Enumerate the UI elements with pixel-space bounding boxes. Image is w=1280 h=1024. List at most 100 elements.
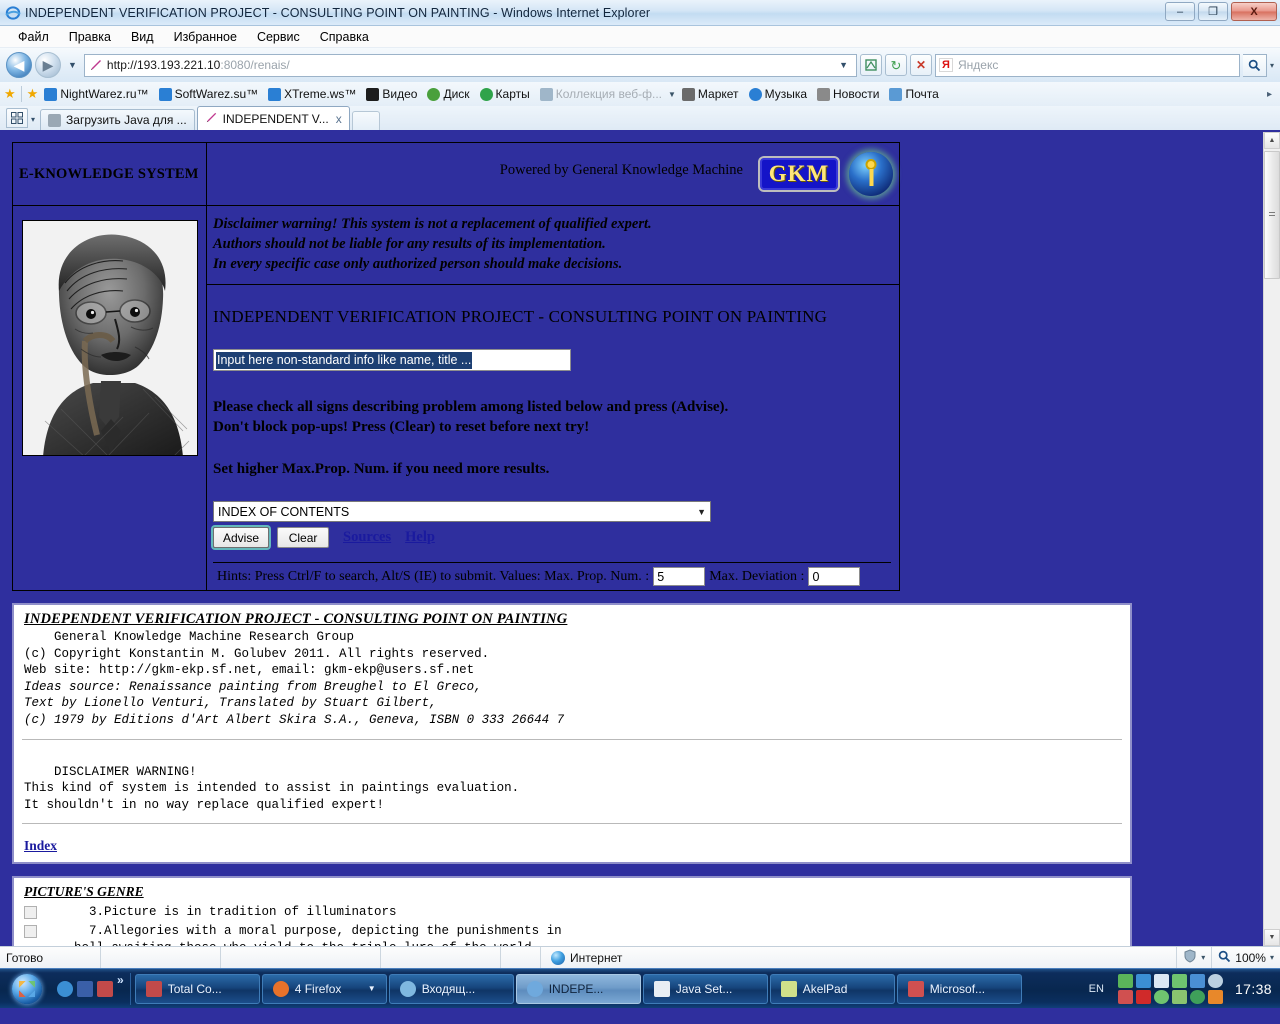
network-icon[interactable] <box>1189 973 1205 988</box>
forward-button[interactable]: ▶ <box>35 52 61 78</box>
favorite-market[interactable]: Маркет <box>678 86 743 102</box>
non-standard-info-input[interactable]: Input here non-standard info like name, … <box>213 349 571 371</box>
search-input[interactable]: Яндекс <box>958 58 998 72</box>
history-dropdown-icon[interactable]: ▼ <box>64 60 81 70</box>
scrollbar-thumb[interactable] <box>1264 151 1280 279</box>
genre-item[interactable]: 7.Allegories with a moral purpose, depic… <box>20 923 1124 946</box>
genre-item-label: 7.Allegories with a moral purpose, depic… <box>74 923 562 946</box>
task-inbox[interactable]: Входящ... <box>388 973 514 1004</box>
zoom-control[interactable]: 100% ▾ <box>1211 947 1280 968</box>
scroll-up-arrow-icon[interactable]: ▲ <box>1264 132 1280 149</box>
maximize-button[interactable]: ❐ <box>1198 2 1228 21</box>
volume-icon[interactable] <box>1153 973 1169 988</box>
back-button[interactable]: ◀ <box>6 52 32 78</box>
tab-list-dropdown-icon[interactable]: ▾ <box>31 115 35 124</box>
tray-icon[interactable] <box>1117 989 1133 1004</box>
taskbar-clock[interactable]: 17:38 <box>1229 981 1272 997</box>
stop-icon[interactable]: ✕ <box>909 54 932 76</box>
result-credits-1: General Knowledge Machine Research Group <box>24 630 355 644</box>
menu-item-tools[interactable]: Сервис <box>247 29 310 45</box>
advise-button[interactable]: Advise <box>213 527 270 548</box>
quick-tabs-icon[interactable] <box>6 108 28 128</box>
menu-item-favorites[interactable]: Избранное <box>164 29 247 45</box>
task-independent-ie[interactable]: INDEPE... <box>515 973 641 1004</box>
search-submit-icon[interactable] <box>1242 53 1267 77</box>
favorite-nightwarez[interactable]: NightWarez.ru™ <box>40 86 152 102</box>
start-button[interactable] <box>3 971 51 1007</box>
compatibility-view-icon[interactable] <box>859 54 882 76</box>
favorite-music[interactable]: Музыка <box>745 86 811 102</box>
site-icon <box>44 87 58 101</box>
task-total-commander[interactable]: Total Co... <box>134 973 260 1004</box>
disclaimer-line-1: Disclaimer warning! This system is not a… <box>213 216 652 232</box>
non-standard-info-value: Input here non-standard info like name, … <box>216 351 473 369</box>
internet-explorer-icon[interactable] <box>57 980 73 997</box>
close-button[interactable]: X <box>1231 2 1277 21</box>
favorite-web-collection[interactable]: Коллекция веб-ф... <box>536 86 666 102</box>
favorite-maps[interactable]: Карты <box>476 86 534 102</box>
tray-icon[interactable] <box>1135 989 1151 1004</box>
task-java-settings[interactable]: Java Set... <box>642 973 768 1004</box>
branding-row: E-KNOWLEDGE SYSTEM Powered by General Kn… <box>13 143 899 206</box>
help-link[interactable]: Help <box>405 529 435 546</box>
menu-item-view[interactable]: Вид <box>121 29 164 45</box>
clear-button[interactable]: Clear <box>277 527 330 548</box>
genre-checkbox[interactable] <box>24 906 37 920</box>
tray-icon[interactable] <box>1153 989 1169 1004</box>
task-akelpad[interactable]: AkelPad <box>769 973 895 1004</box>
menu-item-edit[interactable]: Правка <box>59 29 121 45</box>
tray-icon[interactable] <box>1171 973 1187 988</box>
page-vertical-scrollbar[interactable]: ▲ ▼ <box>1263 132 1280 946</box>
tray-icon[interactable] <box>1207 989 1223 1004</box>
favorites-collapse-icon[interactable]: ▼ <box>668 90 676 99</box>
tab-independent-verification[interactable]: INDEPENDENT V... x <box>196 106 350 130</box>
chevron-down-icon[interactable]: ▾ <box>1270 953 1274 962</box>
tab-close-icon[interactable]: x <box>336 112 342 126</box>
favorite-mail[interactable]: Почта <box>885 86 942 102</box>
scroll-down-arrow-icon[interactable]: ▼ <box>1264 929 1280 946</box>
index-of-contents-select[interactable]: INDEX OF CONTENTS ▼ <box>213 501 711 522</box>
favorite-xtreme[interactable]: XTreme.ws™ <box>264 86 360 102</box>
task-microsoft[interactable]: Microsof... <box>896 973 1022 1004</box>
add-to-favorites-icon[interactable]: ★ <box>27 86 39 102</box>
favorite-video[interactable]: Видео <box>362 86 421 102</box>
refresh-icon[interactable]: ↻ <box>884 54 907 76</box>
tab-java-download[interactable]: Загрузить Java для ... <box>40 109 195 130</box>
genre-item[interactable]: 3.Picture is in tradition of illuminator… <box>20 904 1124 921</box>
tray-icon[interactable] <box>1117 973 1133 988</box>
quick-launch-overflow-icon[interactable]: » <box>117 973 124 987</box>
address-dropdown-icon[interactable]: ▼ <box>833 60 854 70</box>
menu-item-file[interactable]: Файл <box>8 29 59 45</box>
media-icon[interactable] <box>77 980 93 997</box>
genre-checkbox[interactable] <box>24 924 37 938</box>
favorite-softwarez[interactable]: SoftWarez.su™ <box>155 86 263 102</box>
tray-icon[interactable] <box>1135 973 1151 988</box>
task-firefox[interactable]: 4 Firefox ▼ <box>261 973 387 1004</box>
sources-link[interactable]: Sources <box>343 529 391 546</box>
favorite-news[interactable]: Новости <box>813 86 883 102</box>
favorites-overflow-icon[interactable]: ▸ <box>1267 89 1276 100</box>
window-title: INDEPENDENT VERIFICATION PROJECT - CONSU… <box>25 5 651 20</box>
new-tab-button[interactable] <box>351 111 380 130</box>
save-icon[interactable] <box>97 980 113 997</box>
task-label: AkelPad <box>802 981 848 996</box>
security-zone[interactable]: Интернет <box>540 947 632 968</box>
tray-icon[interactable] <box>1207 973 1223 988</box>
address-bar[interactable]: http://193.193.221.10:8080/renais/ ▼ <box>83 53 857 77</box>
search-options-icon[interactable]: ▾ <box>1270 61 1274 70</box>
max-deviation-input[interactable]: 0 <box>808 567 861 586</box>
index-link[interactable]: Index <box>24 838 57 854</box>
max-prop-num-input[interactable]: 5 <box>653 567 706 586</box>
favorites-bar: ★ ★ NightWarez.ru™ SoftWarez.su™ XTreme.… <box>0 82 1280 106</box>
tray-icon[interactable] <box>1189 989 1205 1004</box>
protected-mode-indicator[interactable]: ▾ <box>1176 947 1211 968</box>
menu-item-help[interactable]: Справка <box>310 29 379 45</box>
search-box[interactable]: Я Яндекс <box>934 53 1240 77</box>
minimize-button[interactable]: – <box>1165 2 1195 21</box>
language-indicator[interactable]: EN <box>1081 983 1112 995</box>
globe-icon <box>551 950 565 965</box>
tray-icon[interactable] <box>1171 989 1187 1004</box>
chevron-down-icon[interactable]: ▼ <box>368 984 376 993</box>
favorite-disk[interactable]: Диск <box>423 86 473 102</box>
favorites-center-icon[interactable]: ★ <box>4 86 16 102</box>
